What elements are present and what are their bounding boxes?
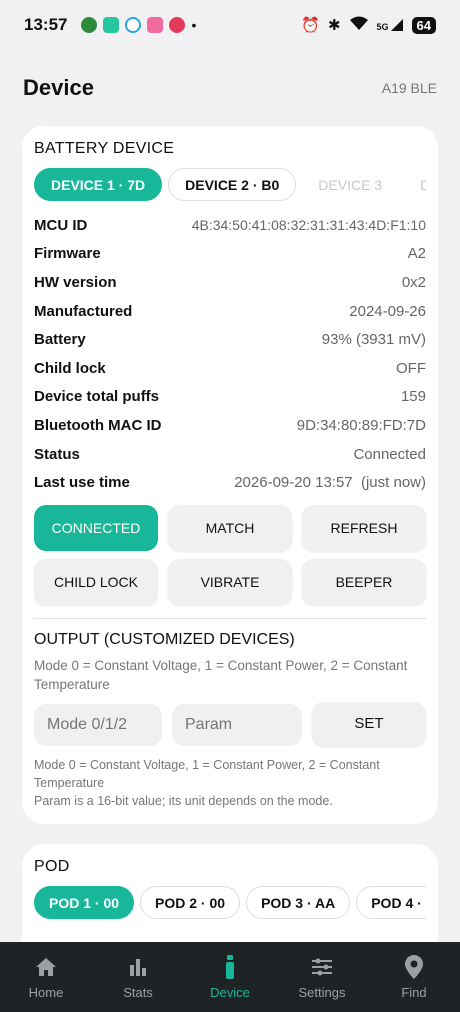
connected-button[interactable]: CONNECTED <box>34 504 158 551</box>
param-input[interactable] <box>172 703 302 746</box>
refresh-button[interactable]: REFRESH <box>302 504 426 551</box>
battery-device-card: BATTERY DEVICE DEVICE 1 · 7D DEVICE 2 · … <box>22 126 438 824</box>
device-tabs: DEVICE 1 · 7D DEVICE 2 · B0 DEVICE 3 DEV… <box>34 168 426 201</box>
status-notification-icons: • <box>81 17 196 33</box>
info-row-child-lock: Child lock OFF <box>34 354 426 383</box>
info-row-battery: Battery 93% (3931 mV) <box>34 325 426 354</box>
set-button[interactable]: SET <box>312 701 426 746</box>
info-value: 159 <box>400 388 426 406</box>
info-key: Status <box>34 445 80 463</box>
app-notification-icon <box>169 17 186 33</box>
tab-pod-3[interactable]: POD 3 · AA <box>246 886 351 919</box>
app-notification-icon <box>125 17 142 33</box>
info-value: OFF <box>396 359 426 377</box>
info-row-firmware: Firmware A2 <box>34 240 426 269</box>
output-note: Mode 0 = Constant Voltage, 1 = Constant … <box>34 756 426 810</box>
info-key: Last use time <box>34 474 130 492</box>
status-bar: 13:57 • ⏰ ✱ 5G 64 <box>0 0 460 50</box>
info-row-status: Status Connected <box>34 440 426 469</box>
nav-item-device[interactable]: Device <box>184 942 276 1012</box>
tab-device-3[interactable]: DEVICE 3 <box>302 168 399 201</box>
info-row-hw-version: HW version 0x2 <box>34 268 426 297</box>
tab-device-4[interactable]: DEVIC <box>404 168 426 201</box>
tab-device-2[interactable]: DEVICE 2 · B0 <box>168 168 297 201</box>
info-value: 0x2 <box>401 273 426 291</box>
output-section-title: OUTPUT (CUSTOMIZED DEVICES) <box>34 630 295 648</box>
bottom-navigation: Home Stats Device Settings Find <box>0 942 460 1012</box>
info-value: 2026-09-20 13:57 (just now) <box>234 474 426 492</box>
alarm-icon: ⏰ <box>301 17 320 34</box>
info-row-bluetooth-mac: Bluetooth MAC ID 9D:34:80:89:FD:7D <box>34 411 426 440</box>
status-system-icons: ⏰ ✱ 5G 64 <box>301 15 436 35</box>
cellular-icon: 5G <box>377 18 404 32</box>
info-value: 93% (3931 mV) <box>321 331 426 349</box>
tab-pod-4[interactable]: POD 4 · 00 <box>356 886 426 919</box>
info-value: 4B:34:50:41:08:32:31:31:43:4D:F1:10 <box>191 217 426 234</box>
nav-item-find[interactable]: Find <box>368 942 460 1012</box>
stats-icon <box>125 955 151 979</box>
page-header: Device A19 BLE <box>0 50 460 126</box>
info-row-total-puffs: Device total puffs 159 <box>34 383 426 412</box>
app-notification-icon <box>81 17 98 33</box>
output-description: Mode 0 = Constant Voltage, 1 = Constant … <box>34 657 408 692</box>
section-divider <box>34 617 426 619</box>
settings-icon <box>309 955 335 979</box>
battery-indicator: 64 <box>411 16 436 34</box>
device-action-buttons: CONNECTED MATCH REFRESH CHILD LOCK VIBRA… <box>34 504 426 605</box>
nav-label: Find <box>401 984 427 1000</box>
info-key: Manufactured <box>34 302 133 320</box>
network-type: 5G <box>376 22 389 32</box>
wifi-icon <box>349 15 369 35</box>
status-time: 13:57 <box>24 15 68 34</box>
tab-pod-1[interactable]: POD 1 · 00 <box>34 886 135 919</box>
tab-device-1[interactable]: DEVICE 1 · 7D <box>34 168 163 201</box>
info-row-manufactured: Manufactured 2024-09-26 <box>34 297 426 326</box>
output-form: SET <box>34 701 426 746</box>
info-key: Battery <box>34 331 86 349</box>
device-icon <box>217 954 243 979</box>
pod-tabs: POD 1 · 00 POD 2 · 00 POD 3 · AA POD 4 ·… <box>34 886 426 919</box>
pod-section-title: POD <box>34 858 70 875</box>
info-row-mcu-id: MCU ID 4B:34:50:41:08:32:31:31:43:4D:F1:… <box>34 211 426 240</box>
beeper-button[interactable]: BEEPER <box>302 558 426 605</box>
device-model-label: A19 BLE <box>381 80 437 96</box>
info-key: Child lock <box>34 359 106 377</box>
child-lock-button[interactable]: CHILD LOCK <box>34 558 158 605</box>
battery-device-title: BATTERY DEVICE <box>34 140 175 157</box>
more-notifications-dot: • <box>191 17 197 33</box>
nav-item-stats[interactable]: Stats <box>92 942 184 1012</box>
home-icon <box>33 955 59 979</box>
vibrate-button[interactable]: VIBRATE <box>168 558 292 605</box>
info-key: HW version <box>34 273 117 291</box>
info-key: MCU ID <box>34 216 88 234</box>
mode-input[interactable] <box>34 703 162 746</box>
output-note-line: Mode 0 = Constant Voltage, 1 = Constant … <box>34 757 380 790</box>
bluetooth-icon: ✱ <box>327 17 341 34</box>
nav-label: Stats <box>123 984 153 1000</box>
info-value: 9D:34:80:89:FD:7D <box>296 416 426 434</box>
nav-item-settings[interactable]: Settings <box>276 942 368 1012</box>
nav-label: Device <box>210 984 250 1000</box>
nav-label: Settings <box>298 984 346 1000</box>
info-key: Device total puffs <box>34 388 160 406</box>
match-button[interactable]: MATCH <box>168 504 292 551</box>
tab-pod-2[interactable]: POD 2 · 00 <box>140 886 241 919</box>
find-icon <box>401 954 427 979</box>
app-notification-icon <box>103 17 120 33</box>
info-value: A2 <box>407 245 426 263</box>
info-key: Firmware <box>34 245 101 263</box>
device-info-list: MCU ID 4B:34:50:41:08:32:31:31:43:4D:F1:… <box>34 211 426 497</box>
page-title: Device <box>23 75 94 100</box>
nav-label: Home <box>28 984 64 1000</box>
info-key: Bluetooth MAC ID <box>34 416 162 434</box>
nav-item-home[interactable]: Home <box>0 942 92 1012</box>
output-note-line: Param is a 16-bit value; its unit depend… <box>34 793 333 808</box>
info-value: Connected <box>353 445 426 463</box>
info-value: 2024-09-26 <box>349 302 426 320</box>
app-notification-icon <box>147 17 164 33</box>
info-row-last-use-time: Last use time 2026-09-20 13:57 (just now… <box>34 468 426 497</box>
